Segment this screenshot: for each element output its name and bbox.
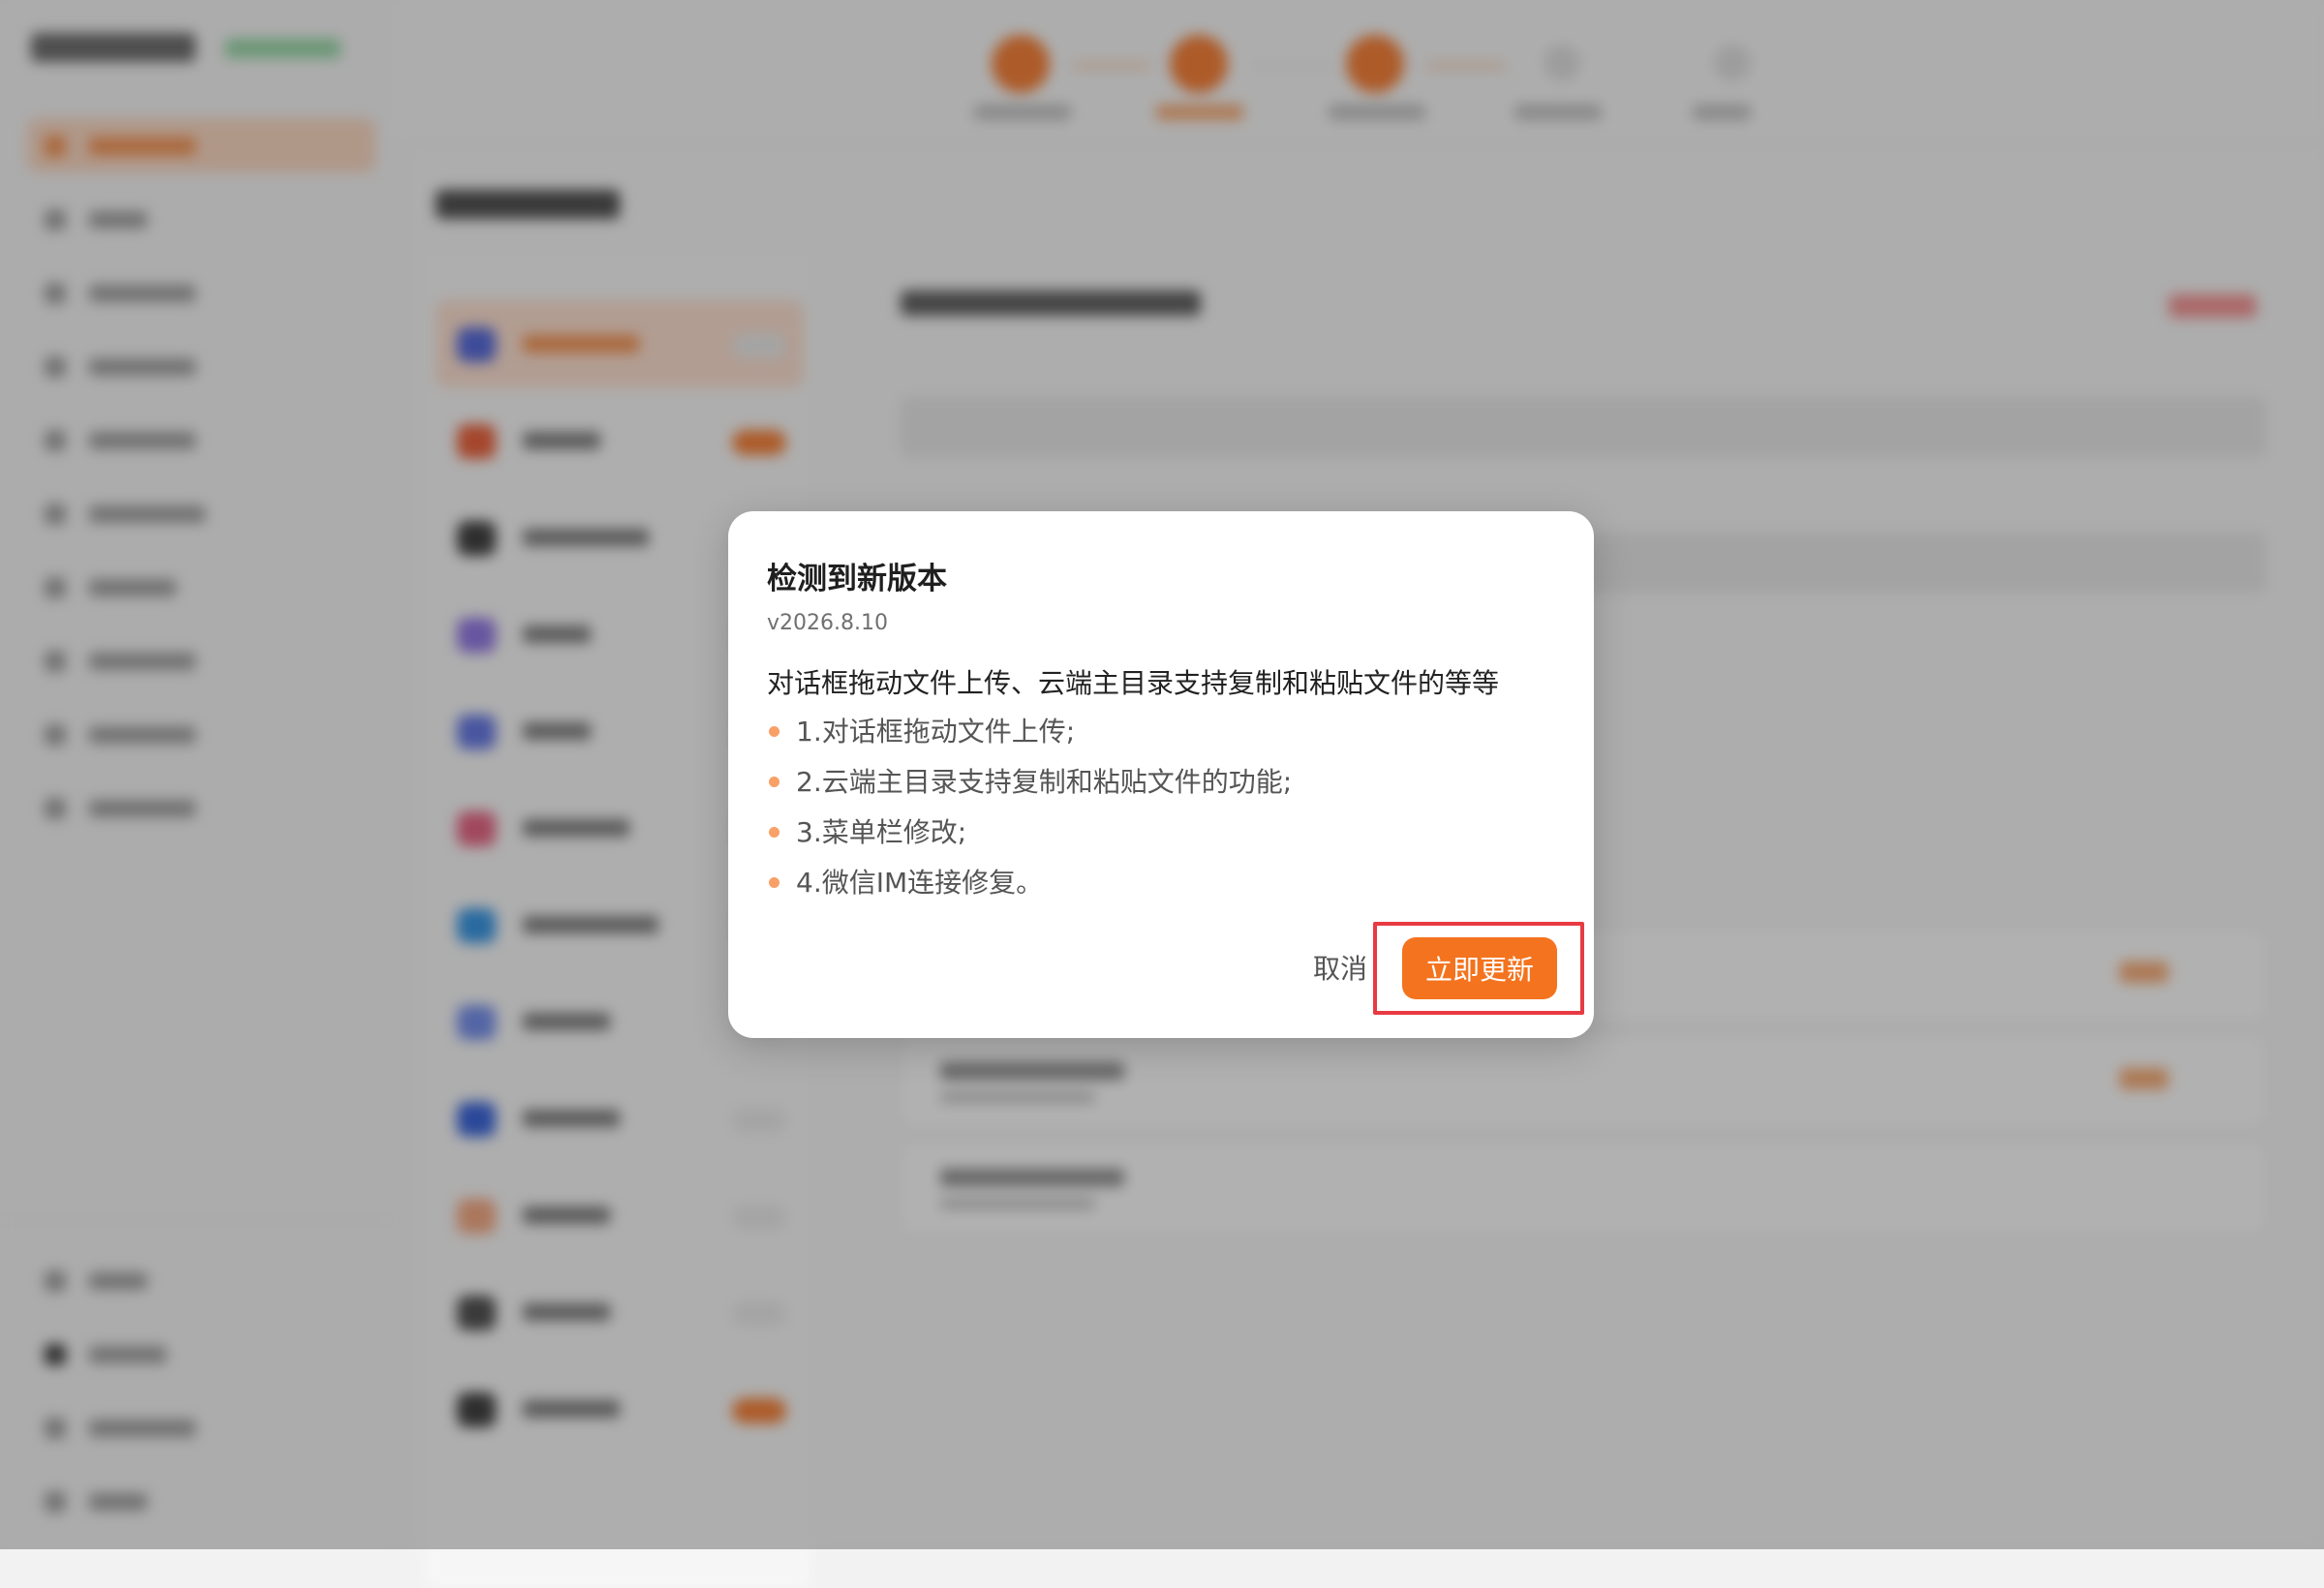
bullet-icon <box>769 726 780 737</box>
bullet-icon <box>769 827 780 838</box>
changelog-text: 3.菜单栏修改; <box>796 816 967 848</box>
version-label: v2026.8.10 <box>767 611 888 635</box>
update-description: 对话框拖动文件上传、云端主目录支持复制和粘贴文件的等等 <box>767 667 1500 699</box>
update-now-button[interactable]: 立即更新 <box>1402 937 1557 999</box>
changelog-item: 4.微信IM连接修复。 <box>767 866 1292 916</box>
dialog-title: 检测到新版本 <box>767 562 947 596</box>
changelog-item: 1.对话框拖动文件上传; <box>767 715 1292 765</box>
changelog-text: 1.对话框拖动文件上传; <box>796 716 1076 748</box>
changelog-text: 2.云端主目录支持复制和粘贴文件的功能; <box>796 766 1293 798</box>
bullet-icon <box>769 777 780 787</box>
update-dialog: 检测到新版本 v2026.8.10 对话框拖动文件上传、云端主目录支持复制和粘贴… <box>728 511 1594 1038</box>
bullet-icon <box>769 877 780 888</box>
changelog-item: 3.菜单栏修改; <box>767 815 1292 866</box>
changelog-list: 1.对话框拖动文件上传; 2.云端主目录支持复制和粘贴文件的功能; 3.菜单栏修… <box>767 715 1292 916</box>
cancel-button[interactable]: 取消 <box>1301 940 1379 994</box>
changelog-text: 4.微信IM连接修复。 <box>796 867 1044 899</box>
changelog-item: 2.云端主目录支持复制和粘贴文件的功能; <box>767 765 1292 815</box>
